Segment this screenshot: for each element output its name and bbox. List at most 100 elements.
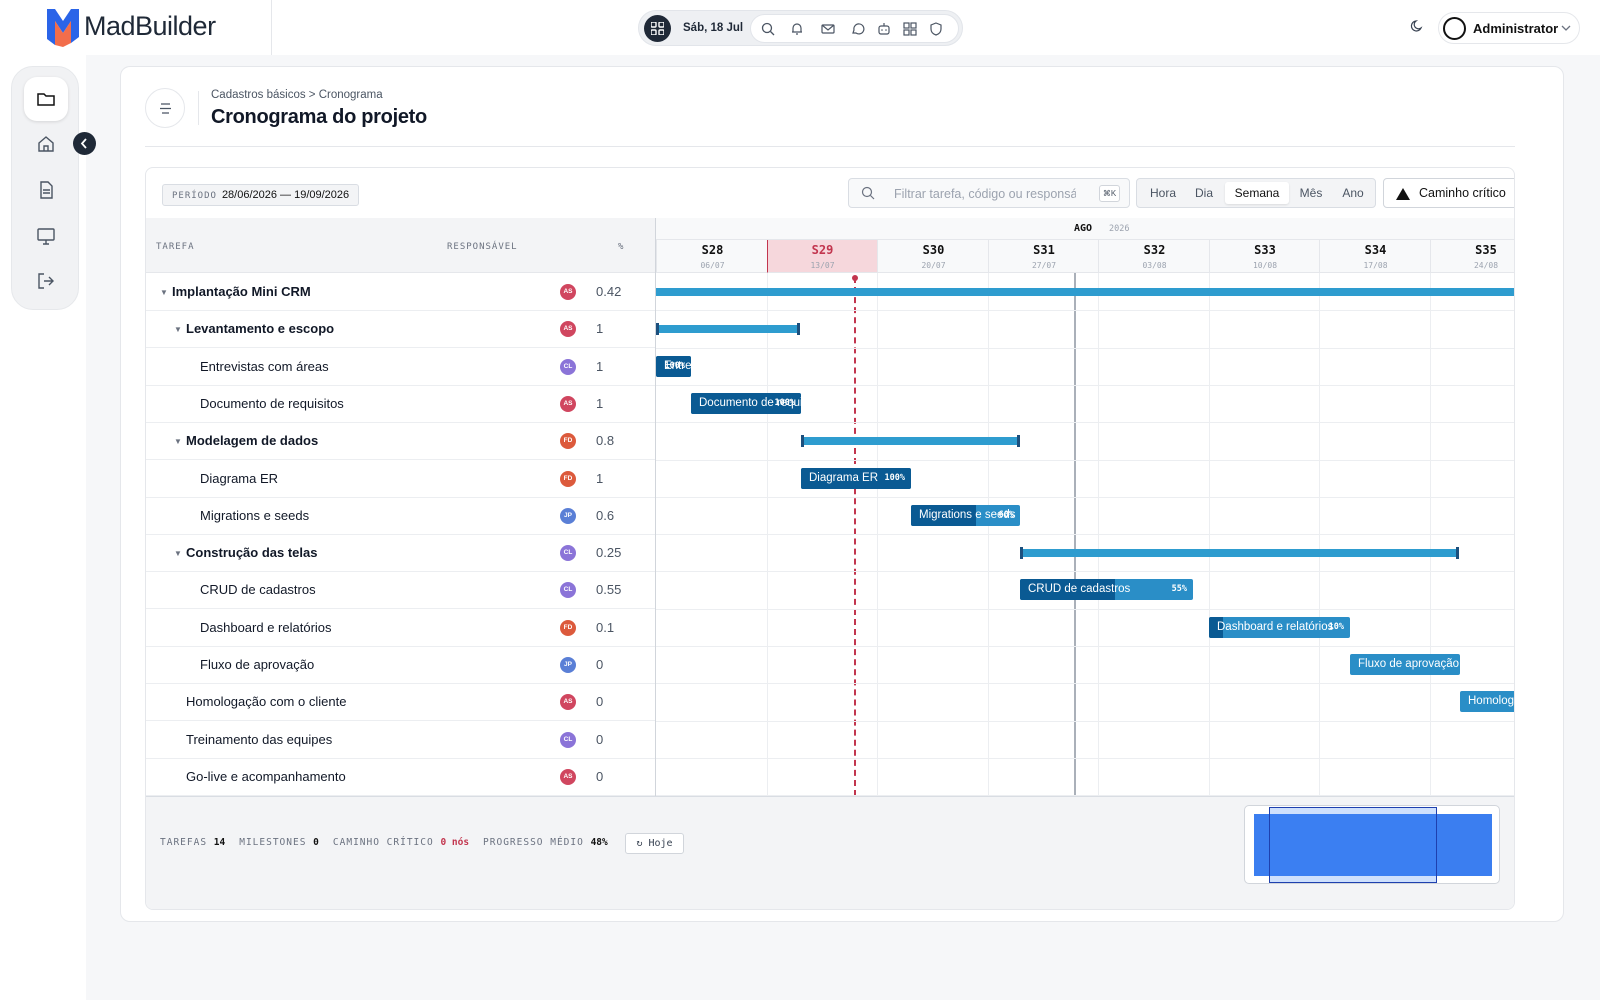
task-bar-label: Diagrama ER [809, 471, 879, 484]
task-bar[interactable]: Migrations e seeds 60% [911, 504, 1020, 526]
document-icon [40, 181, 53, 199]
row-gridline [656, 347, 1514, 349]
today-line [854, 277, 856, 796]
logo[interactable]: MadBuilder [0, 0, 272, 55]
sidebar-item-monitor[interactable] [24, 214, 68, 258]
task-row[interactable]: ▼ Modelagem de dados FD 0.8 [146, 422, 656, 461]
summary-bar[interactable] [801, 435, 1020, 448]
sidebar-item-home[interactable] [24, 122, 68, 166]
summary-bar[interactable] [1020, 547, 1459, 560]
task-bar[interactable]: Diagrama ER 100% [801, 467, 911, 489]
row-gridline [656, 683, 1514, 685]
task-name: Dashboard e relatórios [200, 619, 332, 635]
stat-tasks-label: TAREFAS [160, 837, 208, 848]
owner-avatar: AS [560, 395, 576, 412]
task-name: Homologação com o cliente [186, 694, 347, 710]
scale-mes[interactable]: Mês [1289, 182, 1333, 204]
owner-avatar: CL [560, 358, 576, 375]
main-card: Cadastros básicos > Cronograma Cronogram… [120, 66, 1564, 922]
task-row[interactable]: ▼ Levantamento e escopo AS 1 [146, 310, 656, 349]
minimap[interactable] [1244, 805, 1500, 884]
week-header: S30 20/07 [877, 240, 989, 273]
expand-caret-icon[interactable]: ▼ [160, 288, 168, 297]
task-row[interactable]: Documento de requisitos AS 1 [146, 385, 656, 423]
period-badge: PERÍODO 28/06/2026 — 19/09/2026 [162, 184, 360, 206]
task-progress: 0 [596, 768, 604, 784]
chevron-left-icon [80, 138, 87, 149]
task-progress: 0 [596, 657, 604, 672]
quick-bar: Sáb, 18 Jul [638, 10, 963, 46]
row-gridline [656, 608, 1514, 610]
task-name: CRUD de cadastros [200, 582, 316, 598]
expand-caret-icon[interactable]: ▼ [174, 325, 182, 334]
robot-icon[interactable] [877, 22, 891, 36]
bell-icon[interactable] [790, 22, 804, 36]
task-name: Go-live e acompanhamento [186, 768, 346, 784]
search-icon[interactable] [761, 22, 775, 36]
sidebar-item-folder[interactable] [24, 77, 68, 121]
task-bar[interactable]: Entrevistas com áreas100% [656, 355, 691, 377]
current-date: Sáb, 18 Jul [683, 22, 744, 34]
sidebar-item-logout[interactable] [24, 259, 68, 303]
task-bar[interactable]: Homologação com o cliente [1460, 691, 1514, 713]
task-row[interactable]: Treinamento das equipes CL 0 [146, 721, 656, 759]
scale-semana[interactable]: Semana [1225, 182, 1289, 204]
task-bar[interactable]: CRUD de cadastros 55% [1020, 579, 1193, 601]
row-gridline [656, 459, 1514, 461]
task-row[interactable]: Homologação com o cliente AS 0 [146, 683, 656, 722]
sidebar-item-document[interactable] [24, 168, 68, 212]
week-header: S31 27/07 [987, 240, 1100, 273]
task-name: Treinamento das equipes [186, 731, 333, 747]
page-title: Cronograma do projeto [211, 106, 427, 128]
task-progress: 0 [596, 694, 604, 710]
moon-icon[interactable] [1410, 19, 1424, 33]
expand-caret-icon[interactable]: ▼ [174, 549, 182, 558]
task-row[interactable]: Diagrama ER FD 1 [146, 460, 656, 498]
summary-bar[interactable] [656, 323, 800, 336]
task-row[interactable]: ▼ Construção das telas CL 0.25 [146, 534, 656, 573]
row-gridline [656, 534, 1514, 536]
task-bar-label: CRUD de cadastros [1028, 583, 1131, 596]
minimap-viewport[interactable] [1269, 807, 1437, 883]
mail-icon[interactable] [821, 22, 835, 36]
col-owner: RESPONSÁVEL [447, 242, 518, 252]
scale-dia[interactable]: Dia [1185, 182, 1223, 204]
summary-bar[interactable] [656, 288, 1514, 296]
user-menu[interactable]: Administrator [1438, 12, 1580, 44]
task-row[interactable]: Go-live e acompanhamento AS 0 [146, 758, 656, 796]
owner-avatar: FD [560, 470, 576, 487]
row-gridline [656, 422, 1514, 424]
shield-icon[interactable] [929, 22, 943, 36]
apps-button[interactable] [644, 15, 671, 42]
expand-caret-icon[interactable]: ▼ [174, 437, 182, 446]
search-input[interactable]: Filtrar tarefa, código ou responsável [894, 187, 1076, 201]
week-date: 13/07 [810, 261, 835, 270]
gantt-panel: PERÍODO 28/06/2026 — 19/09/2026 Filtrar t… [145, 167, 1515, 910]
chat-icon[interactable] [851, 22, 865, 36]
task-bar[interactable]: Documento de requisitos100% [691, 392, 801, 414]
menu-button[interactable] [145, 88, 185, 128]
task-row[interactable]: ▼ Implantação Mini CRM AS 0.42 [146, 273, 656, 311]
scale-hora[interactable]: Hora [1141, 182, 1185, 204]
week-header: S35 24/08 [1429, 240, 1514, 273]
task-row[interactable]: Migrations e seeds JP 0.6 [146, 497, 656, 535]
scale-ano[interactable]: Ano [1333, 182, 1373, 204]
critical-path-button[interactable]: Caminho crítico [1383, 178, 1514, 208]
task-progress: 0.42 [596, 284, 622, 299]
period-value: 28/06/2026 — 19/09/2026 [221, 189, 350, 201]
task-row[interactable]: Fluxo de aprovação JP 0 [146, 646, 656, 684]
task-bar-pct: 55% [1171, 584, 1187, 595]
task-row[interactable]: Entrevistas com áreas CL 1 [146, 348, 656, 386]
task-row[interactable]: Dashboard e relatórios FD 0.1 [146, 609, 656, 647]
task-row[interactable]: CRUD de cadastros CL 0.55 [146, 571, 656, 610]
task-bar[interactable]: Dashboard e relatórios 10% [1209, 616, 1350, 638]
task-bar[interactable]: Fluxo de aprovação [1350, 654, 1460, 675]
collapse-sidebar-button[interactable] [73, 132, 96, 155]
task-filter[interactable]: Filtrar tarefa, código ou responsável ⌘K [848, 178, 1130, 208]
month-label: AGO [1074, 223, 1093, 234]
week-date: 17/08 [1363, 261, 1388, 270]
stat-critical: 0 nós [440, 837, 470, 848]
week-number: S32 [1143, 243, 1166, 257]
today-button[interactable]: ↻ Hoje [625, 833, 684, 854]
grid-icon[interactable] [903, 22, 917, 36]
